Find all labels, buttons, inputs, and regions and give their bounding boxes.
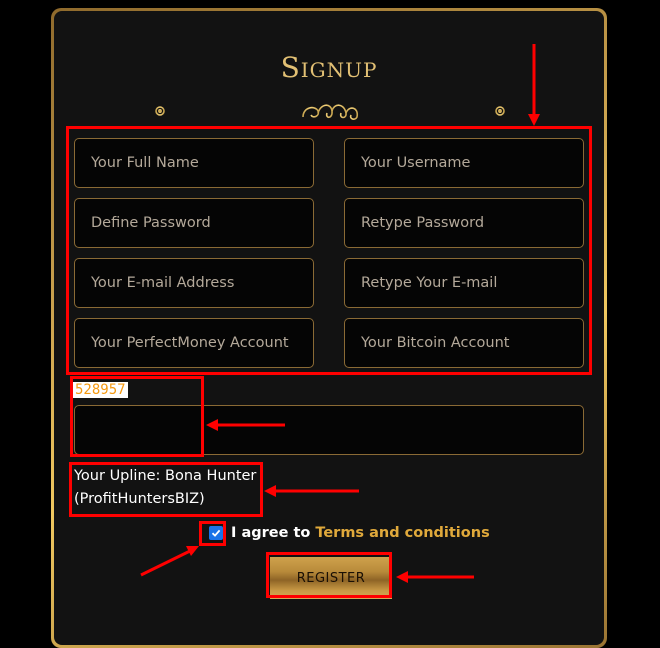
page-title: Signup bbox=[280, 51, 378, 84]
email-input[interactable] bbox=[74, 258, 314, 308]
retype-email-input[interactable] bbox=[344, 258, 584, 308]
upline-info: Your Upline: Bona Hunter (ProfitHuntersB… bbox=[74, 465, 256, 511]
agree-label: I agree to bbox=[231, 525, 311, 541]
captcha-input[interactable] bbox=[74, 405, 584, 455]
register-button[interactable]: REGISTER bbox=[270, 557, 392, 599]
agree-row: I agree to Terms and conditions bbox=[209, 525, 490, 541]
upline-handle: (ProfitHuntersBIZ) bbox=[74, 491, 205, 507]
bitcoin-account-input[interactable] bbox=[344, 318, 584, 368]
terms-link[interactable]: Terms and conditions bbox=[315, 525, 489, 541]
checkmark-icon bbox=[211, 529, 221, 537]
perfectmoney-account-input[interactable] bbox=[74, 318, 314, 368]
username-input[interactable] bbox=[344, 138, 584, 188]
full-name-input[interactable] bbox=[74, 138, 314, 188]
retype-password-input[interactable] bbox=[344, 198, 584, 248]
signup-panel-inner: Signup Your Full Name Your Username Defi… bbox=[54, 11, 604, 645]
captcha-image: 528957 bbox=[73, 382, 128, 398]
define-password-input[interactable] bbox=[74, 198, 314, 248]
ornament-divider-icon bbox=[155, 104, 505, 120]
upline-name: Your Upline: Bona Hunter bbox=[74, 468, 257, 484]
signup-panel: Signup Your Full Name Your Username Defi… bbox=[51, 8, 607, 648]
agree-checkbox[interactable] bbox=[209, 526, 223, 540]
